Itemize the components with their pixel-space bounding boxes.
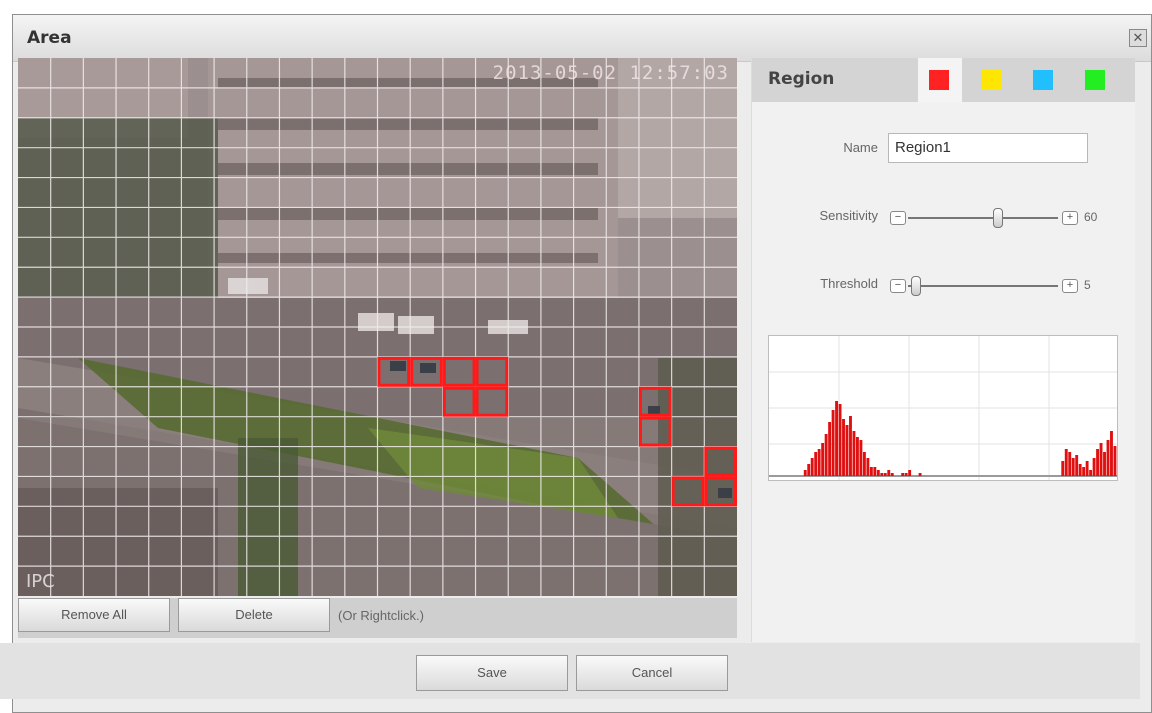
motion-bar (838, 404, 842, 476)
sensitivity-plus-icon[interactable]: + (1062, 211, 1078, 225)
motion-bar (890, 473, 894, 476)
threshold-label: Threshold (820, 276, 878, 291)
threshold-value: 5 (1084, 278, 1091, 292)
motion-bar (866, 458, 870, 476)
sensitivity-slider[interactable]: − + 60 (890, 208, 1130, 228)
rightclick-hint: (Or Rightclick.) (338, 608, 424, 623)
motion-bar (859, 440, 863, 476)
motion-bar (1075, 455, 1079, 476)
motion-bar (1106, 440, 1110, 476)
video-preview[interactable]: 2013-05-02 12:57:03 IPC (18, 58, 737, 596)
motion-bar (1078, 464, 1082, 476)
motion-bar (1092, 458, 1096, 476)
motion-bar (1099, 443, 1103, 476)
name-label: Name (843, 140, 878, 155)
motion-bar (803, 470, 807, 476)
region-title: Region (768, 69, 835, 89)
grid-button-bar: Remove All Delete (Or Rightclick.) (18, 598, 737, 638)
channel-label: IPC (26, 571, 55, 592)
remove-all-button[interactable]: Remove All (18, 598, 170, 632)
sensitivity-value: 60 (1084, 210, 1098, 224)
motion-bar (835, 401, 838, 476)
motion-bar (1082, 467, 1086, 476)
motion-bar (831, 410, 835, 476)
motion-bar (824, 434, 828, 476)
sensitivity-track[interactable] (908, 217, 1058, 219)
motion-bar (817, 449, 821, 476)
motion-bar (814, 452, 818, 476)
motion-bar (1096, 449, 1099, 476)
motion-bar (849, 416, 852, 476)
title-bar: Area ✕ (13, 15, 1151, 62)
region-panel: Region Name Region1 Sensitivity − + 60 T… (751, 58, 1135, 642)
threshold-plus-icon[interactable]: + (1062, 279, 1078, 293)
motion-bar (1089, 470, 1093, 476)
region-tab-green[interactable] (1085, 70, 1105, 90)
motion-bar (1103, 452, 1106, 476)
threshold-minus-icon[interactable]: − (890, 279, 906, 293)
motion-bar (1110, 431, 1113, 476)
motion-bar (887, 470, 891, 476)
sensitivity-thumb[interactable] (993, 208, 1003, 228)
save-button[interactable]: Save (416, 655, 568, 691)
motion-bar (873, 467, 877, 476)
motion-bar (869, 467, 873, 476)
motion-bar (828, 422, 832, 476)
threshold-track[interactable] (908, 285, 1058, 287)
threshold-slider[interactable]: − + 5 (890, 276, 1130, 296)
dialog-footer: Save Cancel (0, 643, 1140, 699)
region-tab-red[interactable] (929, 70, 949, 90)
motion-bar (1071, 458, 1075, 476)
motion-bar (1061, 461, 1065, 476)
motion-bar (883, 473, 887, 476)
close-icon[interactable]: ✕ (1129, 29, 1147, 47)
motion-bar (901, 473, 905, 476)
motion-bar (810, 458, 814, 476)
motion-bar (1068, 452, 1072, 476)
motion-bar (852, 431, 856, 476)
motion-bar (842, 419, 845, 476)
motion-bar (1085, 461, 1089, 476)
motion-bar (880, 473, 884, 476)
motion-bar (908, 470, 912, 476)
video-timestamp: 2013-05-02 12:57:03 (492, 62, 729, 84)
region-tabs: Region (752, 58, 1135, 102)
motion-bar (821, 443, 825, 476)
sensitivity-minus-icon[interactable]: − (890, 211, 906, 225)
delete-button[interactable]: Delete (178, 598, 330, 632)
threshold-thumb[interactable] (910, 276, 921, 296)
region-name-field[interactable]: Region1 (888, 133, 1088, 163)
motion-bar (918, 473, 922, 476)
sensitivity-label: Sensitivity (819, 208, 878, 223)
motion-bar (807, 464, 811, 476)
dialog-title: Area (27, 28, 72, 48)
motion-level-graph (768, 335, 1118, 481)
motion-level-chart (769, 336, 1117, 480)
motion-bar (1064, 449, 1068, 476)
motion-bar (856, 437, 859, 476)
motion-bar (876, 470, 880, 476)
motion-bar (1113, 446, 1117, 476)
region-tab-yellow[interactable] (981, 70, 1001, 90)
region-tab-blue[interactable] (1033, 70, 1053, 90)
motion-bar (904, 473, 908, 476)
motion-bar (845, 425, 849, 476)
camera-scene (18, 58, 737, 596)
cancel-button[interactable]: Cancel (576, 655, 728, 691)
motion-bar (862, 452, 866, 476)
